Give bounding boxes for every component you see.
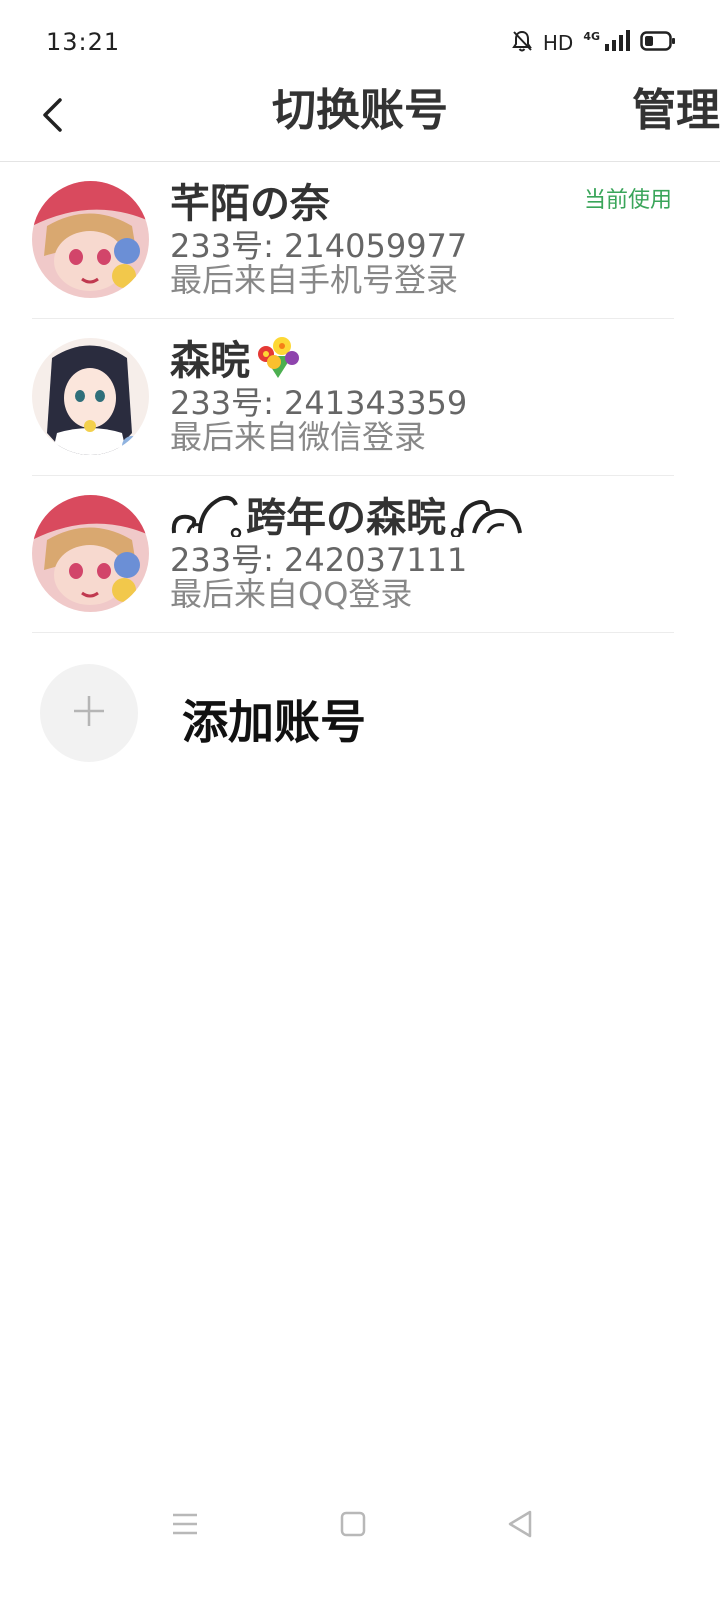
page-title: 切换账号 <box>272 85 448 136</box>
menu-icon <box>171 1511 199 1541</box>
account-name: 跨年の森晥 <box>246 495 446 541</box>
plus-icon <box>72 694 106 732</box>
network-label: 4G <box>583 29 600 43</box>
account-number: 233号: 241343359 <box>170 384 468 422</box>
system-nav-bar <box>0 1490 720 1560</box>
flower-bouquet-emoji-icon <box>252 332 304 391</box>
add-account-label: 添加账号 <box>182 695 366 749</box>
nav-back-button[interactable] <box>500 1508 540 1544</box>
ornament-swirl-icon <box>448 489 524 548</box>
home-square-icon <box>339 1510 367 1542</box>
status-time: 13:21 <box>46 28 121 56</box>
menu-button[interactable] <box>165 1508 205 1544</box>
add-account-button[interactable]: 添加账号 <box>40 664 640 764</box>
hd-label: HD <box>542 31 574 55</box>
account-name-row: 跨年の森晥 <box>170 494 674 542</box>
current-account-badge: 当前使用 <box>583 188 672 213</box>
account-number: 233号: 242037111 <box>170 541 468 579</box>
signal-icon <box>604 30 630 56</box>
account-item[interactable]: 森晥 233号: 241343359 最后来自微信登录 <box>32 319 674 476</box>
avatar <box>32 181 149 298</box>
account-info: 跨年の森晥 233号: 242037111 最后来自QQ登录 <box>170 494 674 612</box>
home-button[interactable] <box>333 1508 373 1544</box>
avatar <box>32 338 149 455</box>
manage-button[interactable]: 管理 <box>632 80 720 142</box>
add-account-circle[interactable] <box>40 664 138 762</box>
account-number: 233号: 214059977 <box>170 227 468 265</box>
account-item[interactable]: 跨年の森晥 233号: 242037111 最后来自QQ登录 <box>32 476 674 633</box>
status-bar: 13:21 HD 4G <box>0 0 720 80</box>
account-info: 森晥 233号: 241343359 最后来自微信登录 <box>170 336 674 456</box>
account-login-source: 最后来自微信登录 <box>170 418 427 456</box>
account-name-row: 森晥 <box>170 336 674 385</box>
back-triangle-icon <box>506 1509 534 1543</box>
account-name: 森晥 <box>170 338 250 384</box>
status-icons: HD 4G <box>511 28 676 58</box>
battery-icon <box>640 30 676 56</box>
header: 切换账号 管理 <box>0 80 720 162</box>
avatar <box>32 495 149 612</box>
account-login-source: 最后来自手机号登录 <box>170 261 459 299</box>
account-item[interactable]: 芊陌の奈 233号: 214059977 最后来自手机号登录 当前使用 <box>32 162 674 319</box>
bell-muted-icon <box>511 29 533 57</box>
account-login-source: 最后来自QQ登录 <box>170 575 413 613</box>
ornament-swirl-icon <box>170 489 244 548</box>
